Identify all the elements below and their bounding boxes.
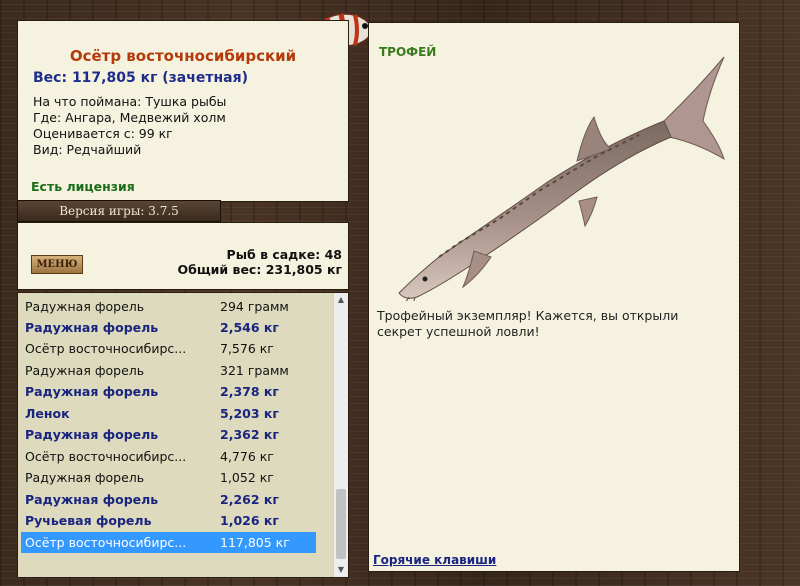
catch-list[interactable]: Радужная форель 294 грамм Радужная форель… [17,292,349,578]
list-item[interactable]: Радужная форель 2,262 кг [21,489,316,510]
list-item-weight: 7,576 кг [220,341,274,356]
list-item-weight: 4,776 кг [220,449,274,464]
list-item-name: Радужная форель [25,492,159,507]
list-item-weight: 2,362 кг [220,427,279,442]
scroll-up-arrow-icon[interactable]: ▲ [334,293,348,307]
list-item-name: Радужная форель [25,470,145,485]
list-item[interactable]: Радужная форель 1,052 кг [21,467,316,488]
fish-location: Где: Ангара, Медвежий холм [33,110,226,125]
fish-title: Осётр восточносибирский [69,47,297,65]
list-item-name: Радужная форель [25,427,159,442]
list-item-weight: 321 грамм [220,363,289,378]
fish-info-panel: Осётр восточносибирский Вес: 117,805 кг … [17,20,349,202]
hotkeys-link[interactable]: Горячие клавиши [373,553,496,567]
list-item-name: Радужная форель [25,363,145,378]
scroll-down-arrow-icon[interactable]: ▼ [334,563,348,577]
game-version: Версия игры: 3.7.5 [17,200,221,222]
fish-rating: Оценивается с: 99 кг [33,126,173,141]
list-item-weight: 2,378 кг [220,384,279,399]
list-item-weight: 1,052 кг [220,470,274,485]
list-item[interactable]: Радужная форель 294 грамм [21,296,316,317]
list-item-weight: 294 грамм [220,299,289,314]
menu-button[interactable]: МЕНЮ [31,255,83,274]
fish-weight: Вес: 117,805 кг (зачетная) [33,70,248,86]
total-weight: Общий вес: 231,805 кг [177,262,343,277]
trophy-panel: ТРОФЕЙ Трофейный экземпляр! Кажется, вы … [368,22,740,572]
list-item-weight: 5,203 кг [220,406,279,421]
license-status: Есть лицензия [31,179,135,194]
fish-bait: На что поймана: Тушка рыбы [33,94,227,109]
list-scrollbar[interactable]: ▲ ▼ [333,293,348,577]
list-item-weight: 1,026 кг [220,513,279,528]
list-item[interactable]: Радужная форель 2,378 кг [21,381,316,402]
list-item-name: Ленок [25,406,70,421]
sturgeon-image [379,51,729,305]
fish-count: Рыб в садке: 48 [226,247,342,262]
list-item-name: Осётр восточносибирс... [25,535,187,550]
list-item-name: Ручьевая форель [25,513,152,528]
list-item[interactable]: Радужная форель 2,362 кг [21,424,316,445]
list-item[interactable]: Ленок 5,203 кг [21,403,316,424]
stats-panel: МЕНЮ Рыб в садке: 48 Общий вес: 231,805 … [17,222,349,290]
list-item-name: Радужная форель [25,384,159,399]
list-item-selected[interactable]: Осётр восточносибирс... 117,805 кг [21,532,316,553]
list-item-name: Радужная форель [25,299,145,314]
list-item-name: Радужная форель [25,320,159,335]
trophy-message: Трофейный экземпляр! Кажется, вы открыли… [377,308,679,339]
list-item-weight: 117,805 кг [220,535,290,550]
list-item-name: Осётр восточносибирс... [25,341,187,356]
list-item[interactable]: Осётр восточносибирс... 4,776 кг [21,446,316,467]
list-item-weight: 2,262 кг [220,492,279,507]
list-item-weight: 2,546 кг [220,320,279,335]
game-screen: { "info": { "title": "Осётр восточносиби… [0,0,800,586]
list-item[interactable]: Ручьевая форель 1,026 кг [21,510,316,531]
list-item[interactable]: Радужная форель 2,546 кг [21,317,316,338]
list-item[interactable]: Радужная форель 321 грамм [21,360,316,381]
list-item-name: Осётр восточносибирс... [25,449,187,464]
list-item[interactable]: Осётр восточносибирс... 7,576 кг [21,338,316,359]
scrollbar-thumb[interactable] [336,489,346,559]
fish-species-rarity: Вид: Редчайший [33,142,142,157]
